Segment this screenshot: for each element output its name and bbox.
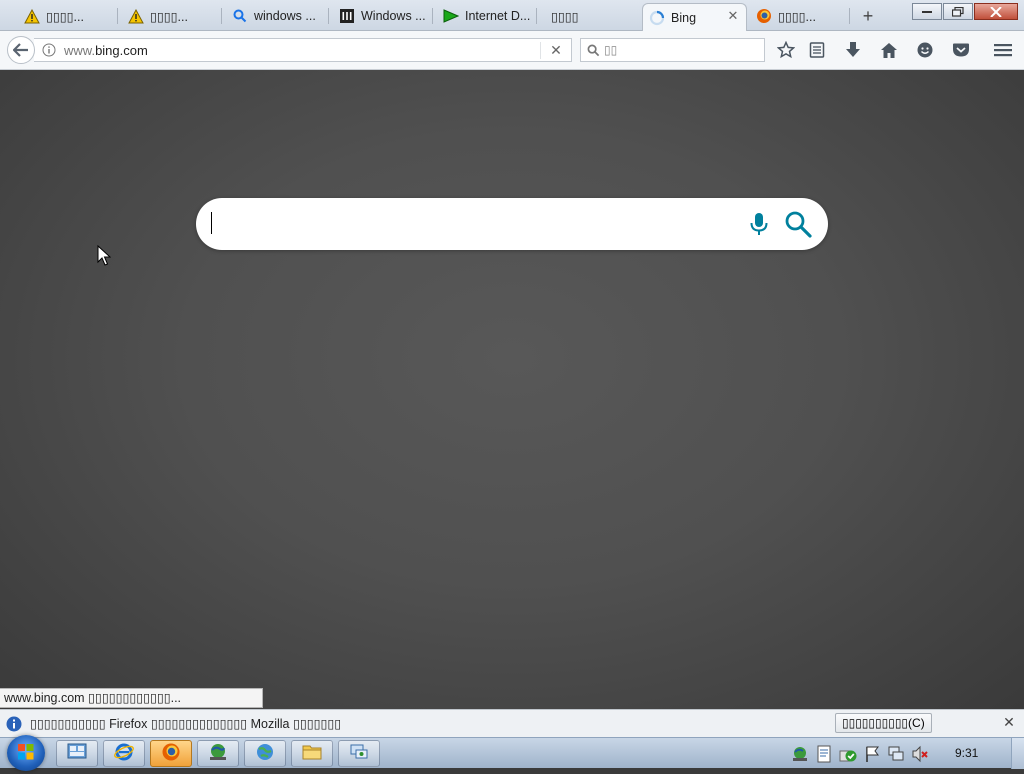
internet-explorer-icon xyxy=(114,742,134,765)
download-icon[interactable] xyxy=(843,40,863,60)
tab-close-icon[interactable]: ✕ xyxy=(726,9,740,23)
notification-bar: ▯▯▯▯▯▯▯▯▯▯▯ Firefox ▯▯▯▯▯▯▯▯▯▯▯▯▯▯ Mozil… xyxy=(0,709,1024,737)
window-controls xyxy=(911,3,1018,20)
status-link-tooltip: www.bing.com ▯▯▯▯▯▯▯▯▯▯▯▯... xyxy=(0,688,263,708)
info-icon xyxy=(6,716,22,732)
url-text[interactable]: www.bing.com xyxy=(64,43,540,58)
back-arrow-icon xyxy=(13,43,28,57)
tab-8[interactable]: ▯▯▯▯... xyxy=(750,4,850,28)
tab-title: Internet D... xyxy=(465,9,531,23)
warning-icon xyxy=(128,8,144,24)
minimize-button[interactable] xyxy=(912,3,942,20)
control-panel-icon xyxy=(67,743,87,764)
search-placeholder: ▯▯ xyxy=(604,43,618,57)
tab-title: ▯▯▯▯... xyxy=(150,9,188,24)
tab-2[interactable]: ▯▯▯▯... xyxy=(122,4,222,28)
taskbar-internet[interactable] xyxy=(244,740,286,767)
site-info-icon[interactable] xyxy=(38,43,60,57)
file-explorer-icon xyxy=(302,743,322,764)
play-triangle-icon xyxy=(443,8,459,24)
taskbar-remote-desktop[interactable] xyxy=(338,740,380,767)
bing-search-box[interactable] xyxy=(196,198,828,250)
system-tray xyxy=(790,738,934,769)
tab-1[interactable]: ▯▯▯▯... xyxy=(18,4,118,28)
hamburger-menu-icon[interactable] xyxy=(993,40,1013,60)
search-submit-icon[interactable] xyxy=(784,210,812,238)
back-button[interactable] xyxy=(7,36,35,64)
taskbar-network[interactable] xyxy=(197,740,239,767)
site-columns-icon xyxy=(339,8,355,24)
new-tab-button[interactable]: + xyxy=(858,6,878,26)
taskbar-control-panel[interactable] xyxy=(56,740,98,767)
taskbar-file-explorer[interactable] xyxy=(291,740,333,767)
pocket-icon[interactable] xyxy=(951,40,971,60)
url-bar[interactable]: www.bing.com ✕ xyxy=(34,38,572,62)
action-center-flag-icon[interactable] xyxy=(862,744,882,764)
tab-strip: ▯▯▯▯... ▯▯▯▯... windows ... Windows ... … xyxy=(0,0,1024,31)
tab-3[interactable]: windows ... xyxy=(226,4,329,28)
hello-chat-icon[interactable] xyxy=(915,40,935,60)
tab-title: ▯▯▯▯... xyxy=(778,9,816,24)
search-icon xyxy=(587,44,600,57)
windows-logo-icon xyxy=(18,744,34,760)
notification-message: ▯▯▯▯▯▯▯▯▯▯▯ Firefox ▯▯▯▯▯▯▯▯▯▯▯▯▯▯ Mozil… xyxy=(30,717,342,731)
tab-6[interactable]: ▯▯▯▯ xyxy=(541,4,641,28)
warning-icon xyxy=(24,8,40,24)
firefox-icon xyxy=(756,8,772,24)
microphone-icon[interactable] xyxy=(748,212,770,236)
search-icon xyxy=(232,8,248,24)
tab-title: Windows ... xyxy=(361,9,426,23)
network-tray-icon[interactable] xyxy=(790,744,810,764)
network-connection-icon[interactable] xyxy=(886,744,906,764)
taskbar-firefox[interactable] xyxy=(150,740,192,767)
tab-bing-active[interactable]: Bing ✕ xyxy=(642,3,747,31)
notification-close-icon[interactable]: ✕ xyxy=(1002,715,1016,729)
reading-list-icon[interactable] xyxy=(807,40,827,60)
windows-taskbar: 9:31 xyxy=(0,735,1024,771)
bookmark-star-icon[interactable] xyxy=(776,40,796,60)
tab-4[interactable]: Windows ... xyxy=(333,4,433,28)
navigation-toolbar: www.bing.com ✕ ▯▯ xyxy=(0,31,1024,70)
search-bar[interactable]: ▯▯ xyxy=(580,38,765,62)
security-check-tray-icon[interactable] xyxy=(838,744,858,764)
home-icon[interactable] xyxy=(879,40,899,60)
close-window-button[interactable] xyxy=(974,3,1018,20)
mouse-cursor-icon xyxy=(97,244,112,270)
taskbar-internet-explorer[interactable] xyxy=(103,740,145,767)
tab-5[interactable]: Internet D... xyxy=(437,4,537,28)
tab-title: windows ... xyxy=(254,9,316,23)
remote-desktop-icon xyxy=(349,742,369,765)
internet-globe-icon xyxy=(255,742,275,765)
tab-title: ▯▯▯▯ xyxy=(551,9,579,24)
notification-action-button[interactable]: ▯▯▯▯▯▯▯▯▯▯(C) xyxy=(835,713,932,733)
text-caret xyxy=(211,212,212,234)
show-desktop-button[interactable] xyxy=(1011,738,1024,769)
tab-title: Bing xyxy=(671,10,697,25)
bing-page xyxy=(0,70,1024,710)
loading-spinner-icon xyxy=(649,10,665,26)
url-clear-icon[interactable]: ✕ xyxy=(540,41,571,59)
network-globe-icon xyxy=(207,742,229,765)
firefox-icon xyxy=(161,742,181,765)
tab-title: ▯▯▯▯... xyxy=(46,9,84,24)
restore-button[interactable] xyxy=(943,3,973,20)
start-button[interactable] xyxy=(7,735,45,771)
volume-muted-icon[interactable] xyxy=(910,744,930,764)
taskbar-clock[interactable]: 9:31 xyxy=(955,746,978,760)
document-tray-icon[interactable] xyxy=(814,744,834,764)
bing-search-input[interactable] xyxy=(210,212,734,238)
